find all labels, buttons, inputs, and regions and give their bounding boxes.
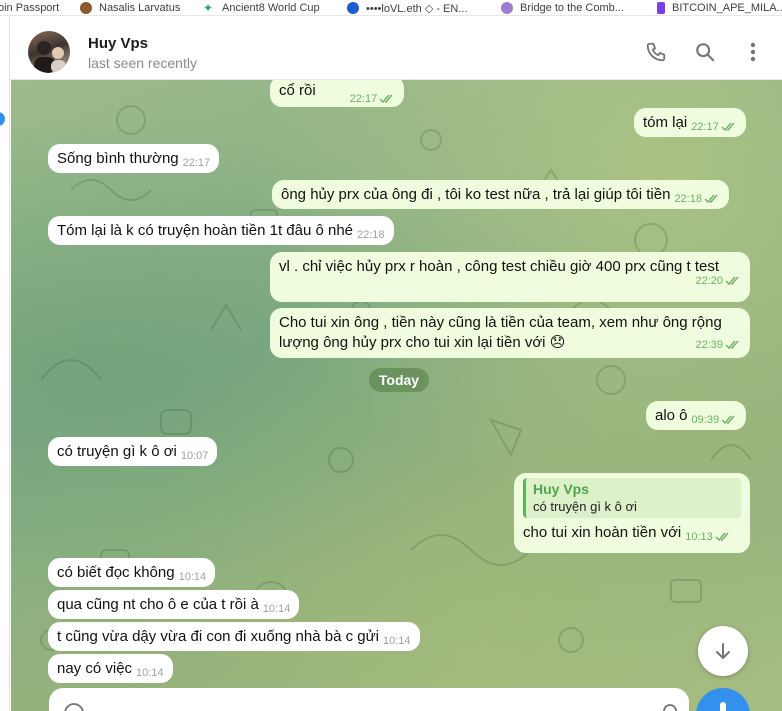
chat-title[interactable]: Huy Vps [88,35,148,52]
chat-header: Huy Vps last seen recently [10,16,782,80]
call-button[interactable] [644,40,668,64]
message-composer[interactable] [49,688,689,711]
avatar[interactable] [28,31,70,73]
read-receipt-icon [725,340,739,349]
more-menu-button[interactable] [741,40,765,64]
ens-icon [347,2,359,14]
unread-indicator [0,112,5,126]
bitcoin-icon [657,2,665,14]
read-receipt-icon [704,194,718,203]
message-bubble-incoming[interactable]: có truyện gì k ô ơi 10:07 [48,437,218,466]
star-icon: ✦ [203,1,214,15]
bridge-icon [501,2,513,14]
phone-icon [646,42,666,62]
message-bubble-outgoing[interactable]: tóm lại 22:17 [634,108,746,137]
read-receipt-icon [721,415,735,424]
bookmark-ens[interactable]: ••••loVL.eth ◇ - EN... [347,0,468,15]
scroll-to-bottom-button[interactable] [698,626,748,676]
message-bubble-incoming[interactable]: Sống bình thường 22:17 [48,144,220,173]
chat-status: last seen recently [88,55,197,71]
read-receipt-icon [725,276,739,285]
message-bubble-outgoing[interactable]: cổ rồi 22:17 [270,80,405,107]
message-bubble-outgoing-reply[interactable]: Huy Vps có truyện gì k ô ơi cho tui xin … [514,473,750,553]
message-bubble-incoming[interactable]: nay có việc 10:14 [48,654,173,683]
read-receipt-icon [715,532,729,541]
date-separator: Today [369,368,429,392]
emoji-icon[interactable] [63,702,85,711]
search-icon [696,43,715,62]
message-bubble-outgoing[interactable]: alo ô 09:39 [646,401,747,430]
message-list[interactable]: cổ rồi 22:17 tóm lại 22:17 Sống bình thườn… [11,80,782,711]
reply-preview[interactable]: Huy Vps có truyện gì k ô ơi [523,478,741,518]
bookmark-nasalis-larvatus[interactable]: Nasalis Larvatus [80,0,180,15]
message-bubble-outgoing[interactable]: ông hủy prx của ông đi , tôi ko test nữa… [272,180,729,209]
monkey-icon [80,2,92,14]
message-input[interactable] [99,698,619,711]
message-bubble-incoming[interactable]: qua cũng nt cho ô e của t rồi à 10:14 [48,590,300,619]
message-bubble-incoming[interactable]: có biết đọc không 10:14 [48,558,216,587]
disappointed-emoji: 😞 [549,334,566,351]
read-receipt-icon [721,122,735,131]
attach-icon[interactable] [661,702,679,711]
more-vertical-icon [750,42,756,62]
bookmark-bitcoin-ape[interactable]: BITCOIN_APE_MILA... [657,0,782,15]
message-bubble-outgoing[interactable]: Cho tui xin ông , tiền này cũng là tiền … [270,308,750,358]
microphone-icon [720,702,726,711]
arrow-down-icon [716,643,730,659]
message-bubble-incoming[interactable]: t cũng vừa dậy vừa đi con đi xuống nhà b… [48,622,420,651]
bookmark-bridge[interactable]: Bridge to the Comb... [501,0,624,15]
sidebar-edge [0,16,10,711]
read-receipt-icon [379,94,393,103]
bookmark-passport[interactable]: oin Passport [0,0,59,15]
bookmark-ancient8[interactable]: ✦ Ancient8 World Cup [203,0,320,15]
search-button[interactable] [693,40,717,64]
bookmarks-bar: oin Passport Nasalis Larvatus ✦ Ancient8… [0,0,782,16]
message-bubble-incoming[interactable]: Tóm lại là k có truyện hoàn tiền 1t đâu … [48,216,394,245]
message-bubble-outgoing[interactable]: vl . chỉ việc hủy prx r hoàn , công test… [270,252,750,302]
